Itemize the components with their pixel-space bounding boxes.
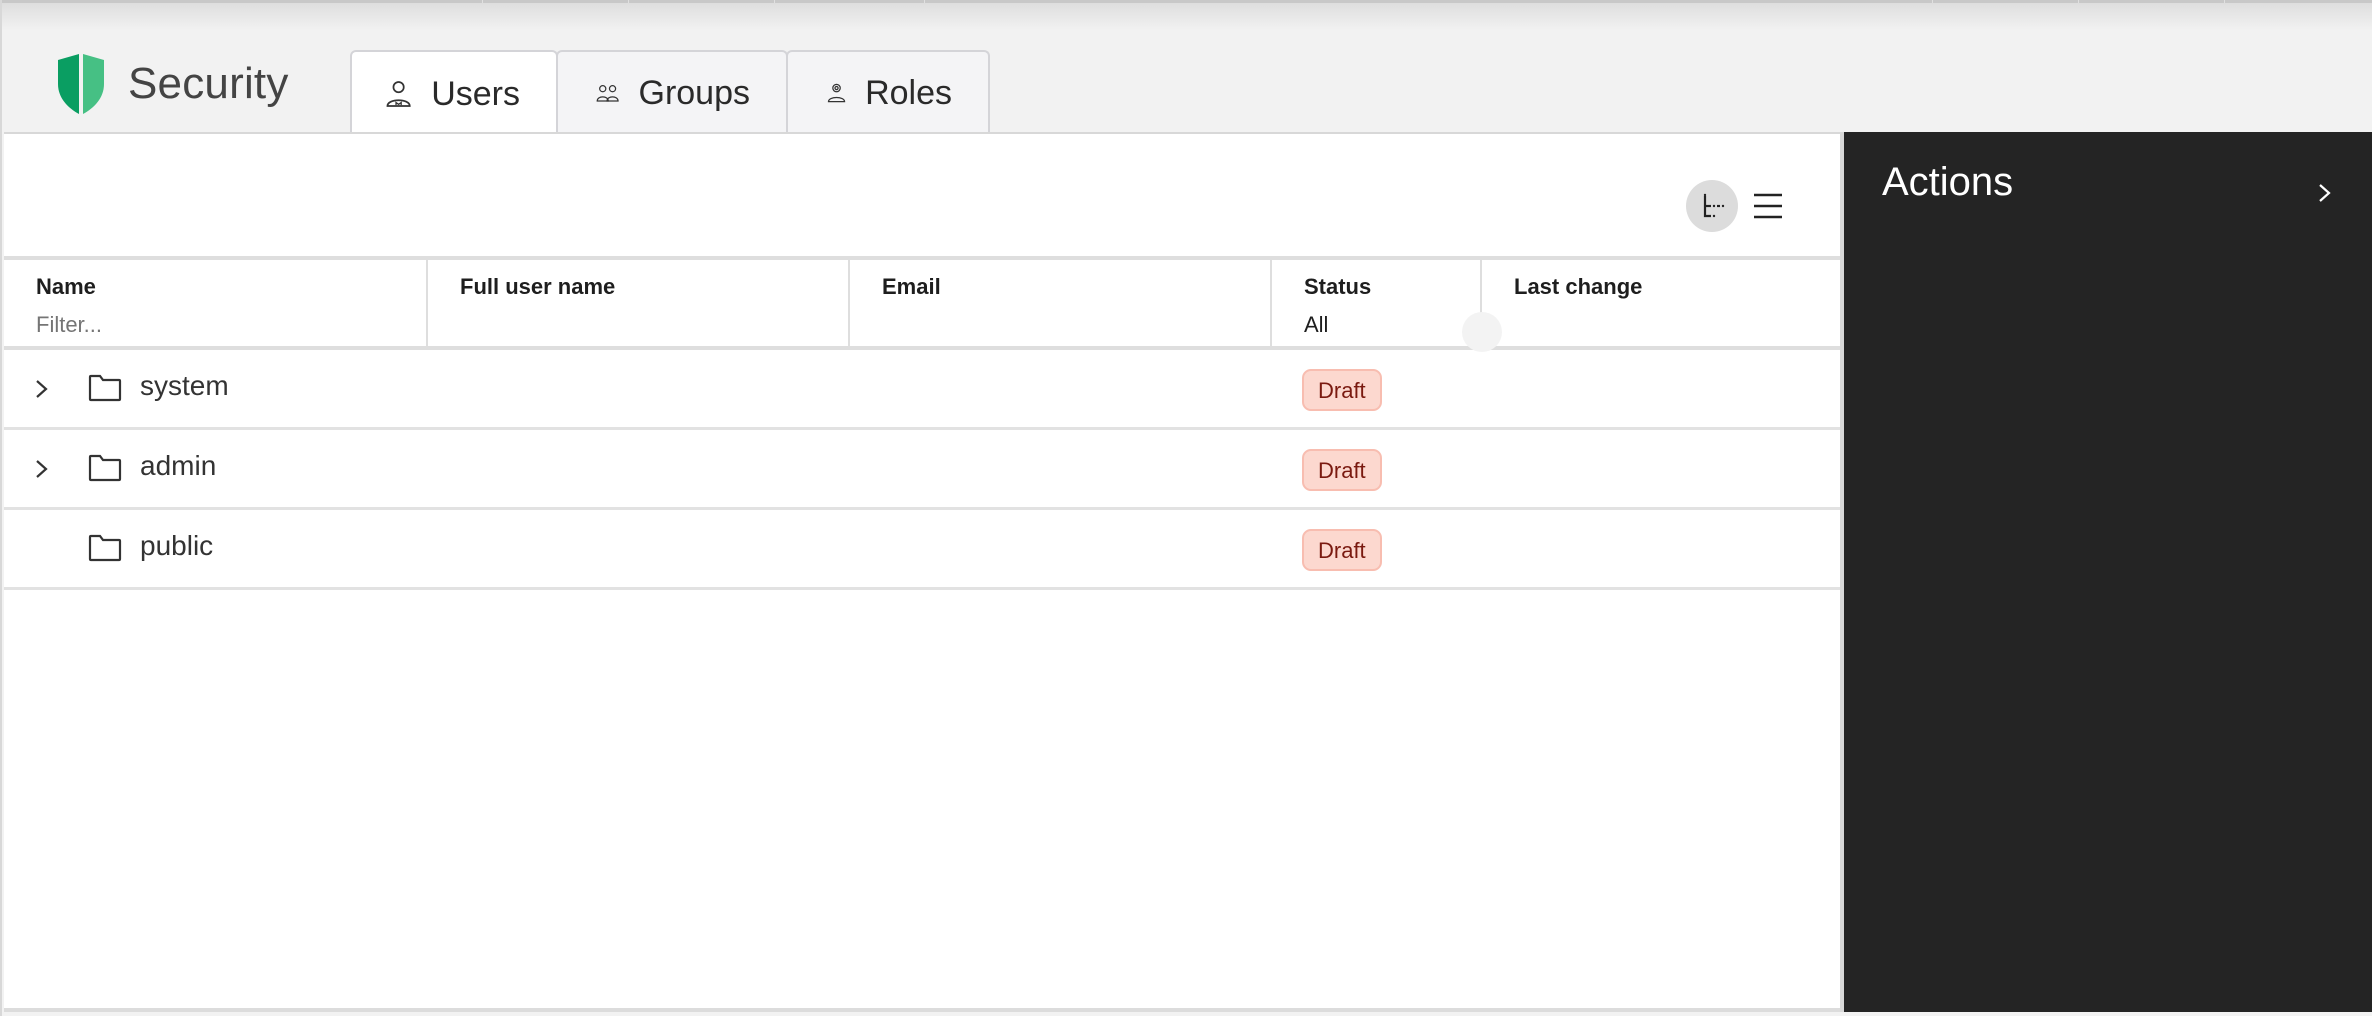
column-label-status: Status xyxy=(1304,274,1372,299)
security-app: Security Users Groups Roles Name Filter.… xyxy=(0,0,2372,1016)
column-header-email: Email xyxy=(850,260,1272,346)
tab-users-label: Users xyxy=(431,74,520,113)
column-label-last-change: Last change xyxy=(1514,274,1643,299)
row-name: system xyxy=(140,370,229,401)
table-row[interactable]: system Draft xyxy=(4,350,1840,430)
tab-users[interactable]: Users xyxy=(350,50,558,136)
users-panel: Name Full user name Email Status All Las… xyxy=(4,132,1840,1012)
user-icon xyxy=(386,81,411,107)
chevron-right-icon[interactable] xyxy=(34,457,50,481)
tab-roles[interactable]: Roles xyxy=(786,50,990,134)
folder-icon xyxy=(88,454,122,482)
status-badge: Draft xyxy=(1302,369,1382,411)
column-label-full-user-name: Full user name xyxy=(460,274,616,299)
hamburger-menu-icon xyxy=(1754,193,1782,219)
status-filter-select[interactable]: All xyxy=(1304,312,1448,338)
column-label-name: Name xyxy=(36,274,96,299)
tab-bar: Users Groups Roles xyxy=(350,50,990,136)
actions-panel: Actions xyxy=(1840,132,2372,1012)
tab-roles-label: Roles xyxy=(865,73,952,112)
row-name: admin xyxy=(140,450,217,481)
column-header-status: Status All xyxy=(1272,260,1502,352)
column-header-name: Name xyxy=(4,260,428,346)
role-icon xyxy=(827,83,846,103)
folder-icon xyxy=(88,374,122,402)
shield-icon xyxy=(58,54,104,114)
status-badge: Draft xyxy=(1302,449,1382,491)
column-header-full-user-name: Full user name xyxy=(428,260,850,346)
chevron-right-icon[interactable] xyxy=(34,377,50,401)
name-filter-input[interactable] xyxy=(36,312,394,338)
table-header: Name Full user name Email Status All Las… xyxy=(4,256,1840,352)
table-toolbar xyxy=(4,134,1840,256)
table-row[interactable]: admin Draft xyxy=(4,430,1840,510)
app-brand: Security xyxy=(54,52,289,116)
status-badge: Draft xyxy=(1302,529,1382,571)
column-label-email: Email xyxy=(882,274,941,299)
tree-view-button[interactable] xyxy=(1686,180,1738,232)
table-row[interactable]: public Draft xyxy=(4,510,1840,590)
tab-groups-label: Groups xyxy=(638,73,751,112)
chevron-right-icon[interactable] xyxy=(2314,180,2336,206)
table-body: system Draft admin Draft public Draft xyxy=(4,350,1840,590)
actions-title: Actions xyxy=(1882,160,2014,204)
row-name: public xyxy=(140,530,214,561)
column-header-last-change: Last change xyxy=(1482,260,1840,346)
folder-icon xyxy=(88,534,122,562)
app-title: Security xyxy=(128,59,289,108)
group-icon xyxy=(596,85,619,102)
tab-groups[interactable]: Groups xyxy=(556,50,788,134)
tree-view-icon xyxy=(1703,193,1725,218)
list-view-button[interactable] xyxy=(1748,186,1788,226)
